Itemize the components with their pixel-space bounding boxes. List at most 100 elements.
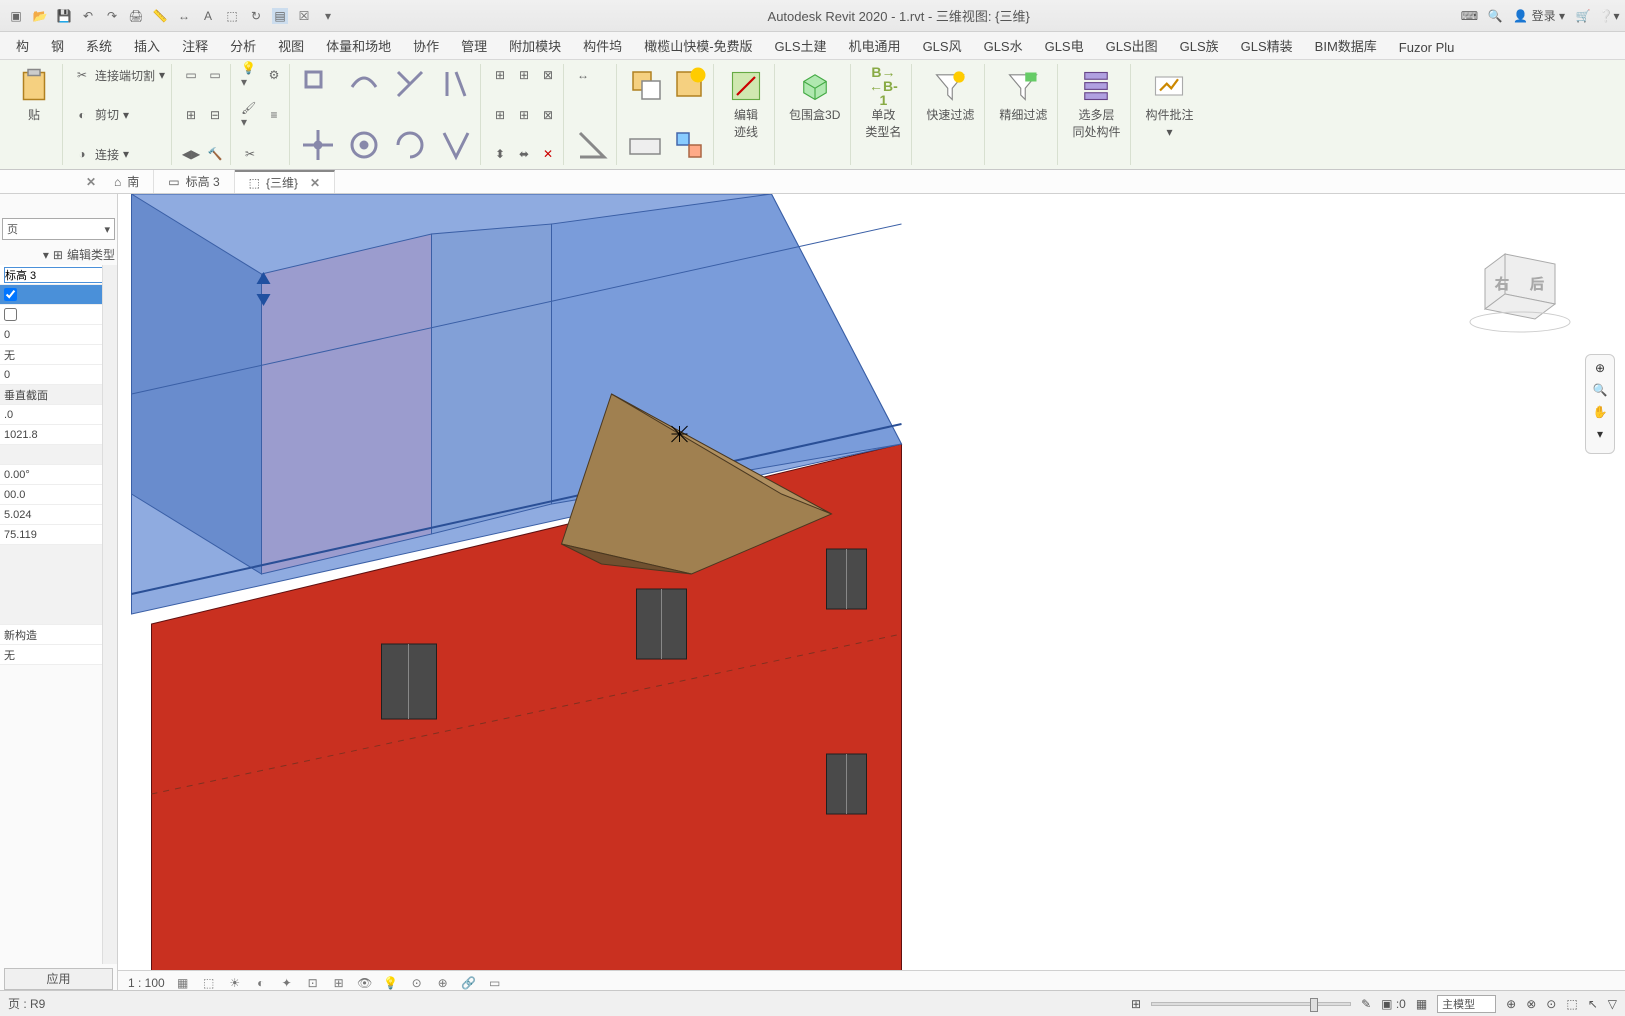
dimension-icon[interactable]: ↔ xyxy=(176,8,192,24)
extend-l-icon[interactable] xyxy=(438,66,474,102)
redo-icon[interactable]: ↷ xyxy=(104,8,120,24)
scale-icon[interactable] xyxy=(346,127,382,163)
sun-path-icon[interactable]: ☀ xyxy=(227,975,243,991)
tab-gls-water[interactable]: GLS水 xyxy=(974,32,1033,59)
view-tab-3d[interactable]: ⬚{三维}✕ xyxy=(235,170,335,193)
unhide-icon[interactable]: 👁 xyxy=(357,975,373,991)
trim-l-icon[interactable] xyxy=(392,66,428,102)
align-icon[interactable]: ⊞ xyxy=(182,106,200,124)
view-scale[interactable]: 1 : 100 xyxy=(128,976,165,990)
thin-lines-icon[interactable]: ▤ xyxy=(272,8,288,24)
g3-icon[interactable]: ⊠ xyxy=(539,66,557,84)
tab-gls-wind[interactable]: GLS风 xyxy=(913,32,972,59)
crop-icon[interactable]: ⊡ xyxy=(305,975,321,991)
prop-row-5[interactable]: 0.00° xyxy=(0,465,117,485)
paint-icon[interactable]: 🖌▾ xyxy=(241,106,259,124)
g6-icon[interactable]: ⊠ xyxy=(539,106,557,124)
edit-type-button[interactable]: ▾ ⊞ 编辑类型 xyxy=(2,246,115,263)
quick-filter-button[interactable]: 快速过滤 xyxy=(922,66,978,125)
multilayer-button[interactable]: 选多层 同处构件 xyxy=(1068,66,1124,142)
switch-window-icon[interactable]: ▾ xyxy=(320,8,336,24)
g9-icon[interactable]: ✕ xyxy=(539,145,557,163)
save-icon[interactable]: 💾 xyxy=(56,8,72,24)
prop-row-0[interactable]: 0 xyxy=(0,325,117,345)
model-canvas[interactable] xyxy=(118,194,1625,994)
vc-last-icon[interactable]: ▭ xyxy=(487,975,503,991)
tab-ganlanshan[interactable]: 橄榄山快模-免费版 xyxy=(634,32,762,59)
worksets-icon[interactable]: ⊞ xyxy=(1131,997,1141,1011)
tab-annotate[interactable]: 注释 xyxy=(172,32,218,59)
tab-view[interactable]: 视图 xyxy=(268,32,314,59)
tab-gls-elec[interactable]: GLS电 xyxy=(1035,32,1094,59)
tab-insert[interactable]: 插入 xyxy=(124,32,170,59)
g2-icon[interactable]: ⊞ xyxy=(515,66,533,84)
view-cube[interactable]: 右后 xyxy=(1465,244,1585,334)
tab-massing[interactable]: 体量和场地 xyxy=(316,32,401,59)
exchange-icon[interactable]: 🛒 xyxy=(1575,8,1591,24)
move-l-icon[interactable] xyxy=(300,66,336,102)
paste-button[interactable]: 贴 xyxy=(12,66,56,125)
view-tab-south[interactable]: ⌂南 xyxy=(100,170,154,193)
prop-row-2[interactable]: 0 xyxy=(0,365,117,385)
prop-row-4[interactable]: 1021.8 xyxy=(0,425,117,445)
annotation-button[interactable]: 构件批注 ▾ xyxy=(1141,66,1197,141)
create2-icon[interactable] xyxy=(671,66,707,102)
tab-close-icon[interactable]: ✕ xyxy=(310,176,320,190)
sb2-icon[interactable]: ⊗ xyxy=(1526,997,1536,1011)
tab-steel[interactable]: 钢 xyxy=(41,32,74,59)
tab-mep[interactable]: 机电通用 xyxy=(839,32,911,59)
lines-icon[interactable]: ≡ xyxy=(265,106,283,124)
view-tab-level3[interactable]: ▭标高 3 xyxy=(154,170,234,193)
create3-icon[interactable] xyxy=(627,127,663,163)
3d-icon[interactable]: ⬚ xyxy=(224,8,240,24)
prop-row-3[interactable]: .0 xyxy=(0,405,117,425)
status-slider[interactable] xyxy=(1151,1002,1351,1006)
create4-icon[interactable] xyxy=(671,127,707,163)
tab-fuzor[interactable]: Fuzor Plu xyxy=(1389,36,1465,59)
rename-button[interactable]: B→←B-1 单改 类型名 xyxy=(861,66,905,142)
main-model-select[interactable]: 主模型 xyxy=(1437,995,1496,1013)
sb4-icon[interactable]: ⬚ xyxy=(1566,997,1577,1011)
sb5-icon[interactable]: ↖ xyxy=(1588,997,1598,1011)
tab-goujianwu[interactable]: 构件坞 xyxy=(573,32,632,59)
join-button[interactable]: ◑连接 ▾ xyxy=(73,145,165,163)
prop-row-level[interactable] xyxy=(0,265,117,285)
prop-row-6[interactable]: 00.0 xyxy=(0,485,117,505)
tab-arch[interactable]: 构 xyxy=(6,32,39,59)
demolish-icon[interactable]: ▭ xyxy=(206,66,224,84)
prop-row-8[interactable]: 75.119 xyxy=(0,525,117,545)
move-icon[interactable] xyxy=(300,127,336,163)
app-menu-icon[interactable]: ▣ xyxy=(8,8,24,24)
crop-visible-icon[interactable]: ⊞ xyxy=(331,975,347,991)
fine-filter-button[interactable]: 精细过滤 xyxy=(995,66,1051,125)
activate-icon[interactable]: ▭ xyxy=(182,66,200,84)
filter-count[interactable]: ▣ :0 xyxy=(1381,997,1406,1011)
pan-icon[interactable]: ✋ xyxy=(1593,405,1608,419)
rendering-icon[interactable]: ✦ xyxy=(279,975,295,991)
mirror2-icon[interactable] xyxy=(438,127,474,163)
shadows-icon[interactable]: ◐ xyxy=(253,975,269,991)
tab-gls-draw[interactable]: GLS出图 xyxy=(1096,32,1168,59)
edit-path-button[interactable]: 编辑 迹线 xyxy=(724,66,768,142)
orbit-dropdown-icon[interactable]: ▾ xyxy=(1597,427,1603,441)
print-icon[interactable]: 🖨 xyxy=(128,8,144,24)
detail-level-icon[interactable]: ▦ xyxy=(175,975,191,991)
sb1-icon[interactable]: ⊕ xyxy=(1506,997,1516,1011)
gear-icon[interactable]: ⚙ xyxy=(265,66,283,84)
cope-button[interactable]: ✂连接端切割 ▾ xyxy=(73,66,165,84)
prop-row-9[interactable]: 新构造 xyxy=(0,625,117,645)
text-icon[interactable]: A xyxy=(200,8,216,24)
box3d-button[interactable]: 包围盒3D xyxy=(785,66,844,125)
prop-row-check1[interactable] xyxy=(0,285,117,305)
navigation-bar[interactable]: ⊕ 🔍 ✋ ▾ xyxy=(1585,354,1615,454)
open-icon[interactable]: 📂 xyxy=(32,8,48,24)
sb3-icon[interactable]: ⊙ xyxy=(1546,997,1556,1011)
reveal-icon[interactable]: ⊙ xyxy=(409,975,425,991)
angle-icon[interactable] xyxy=(574,127,610,163)
sb6-icon[interactable]: ▽ xyxy=(1608,997,1617,1011)
split-icon[interactable]: ✂ xyxy=(241,145,259,163)
g4-icon[interactable]: ⊞ xyxy=(491,106,509,124)
close-hidden-icon[interactable]: ☒ xyxy=(296,8,312,24)
mirror-icon[interactable]: ◀▶ xyxy=(182,145,200,163)
tab-collab[interactable]: 协作 xyxy=(403,32,449,59)
